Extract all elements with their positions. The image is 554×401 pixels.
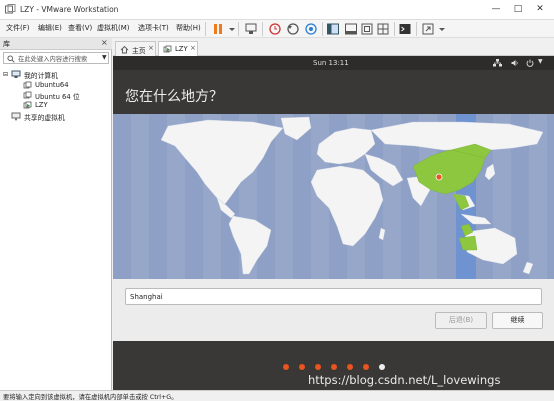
city-input[interactable]: Shanghai — [125, 288, 542, 305]
tab-home[interactable]: 主页 × — [115, 41, 156, 56]
progress-dot-done — [299, 364, 305, 370]
continue-button[interactable]: 继续 — [492, 312, 543, 329]
volume-icon[interactable] — [511, 59, 519, 67]
menu-view[interactable]: 查看(V) — [68, 23, 92, 33]
page-title: 您在什么地方？ — [125, 89, 223, 105]
unity-icon[interactable] — [375, 21, 391, 37]
tree-item-shared-vms[interactable]: 共享的虚拟机 — [24, 112, 65, 122]
tree-item-vm[interactable]: LZY — [35, 101, 48, 109]
progress-dot-done — [347, 364, 353, 370]
console-view-icon[interactable] — [397, 21, 413, 37]
progress-dot-done — [363, 364, 369, 370]
thumbnail-bar-icon[interactable] — [343, 21, 359, 37]
menu-file[interactable]: 文件(F) — [6, 23, 30, 33]
window-title: LZY - VMware Workstation — [20, 5, 119, 14]
menu-vm[interactable]: 虚拟机(M) — [97, 23, 130, 33]
show-library-icon[interactable] — [325, 21, 341, 37]
tab-lzy[interactable]: LZY × — [158, 41, 198, 56]
status-text: 要将输入定向到该虚拟机，请在虚拟机内部单击或按 Ctrl+G。 — [3, 394, 178, 401]
library-search-input[interactable]: 在此处键入内容进行搜索 ▼ — [3, 52, 109, 64]
progress-dot-current — [379, 364, 385, 370]
home-icon — [120, 45, 129, 54]
location-form-panel: Shanghai 后退(B) 继续 — [113, 279, 554, 341]
close-window-button[interactable]: ✕ — [532, 2, 548, 16]
toolbar-separator — [416, 22, 417, 36]
toolbar-separator — [205, 22, 206, 36]
location-pin — [435, 173, 443, 181]
tab-strip: 主页 × LZY × — [113, 38, 554, 56]
vm-icon — [23, 91, 32, 99]
progress-dot-done — [283, 364, 289, 370]
tree-item-my-computer[interactable]: 我的计算机 — [24, 70, 58, 80]
toolbar-separator — [394, 22, 395, 36]
shared-vms-icon — [11, 112, 21, 121]
close-tab-icon[interactable]: × — [190, 44, 196, 52]
tree-item-vm[interactable]: Ubuntu 64 位 — [35, 91, 80, 101]
progress-dot-done — [315, 364, 321, 370]
menu-toolbar-bar: 文件(F) 编辑(E) 查看(V) 虚拟机(M) 选项卡(T) 帮助(H) — [0, 20, 554, 38]
city-input-value: Shanghai — [130, 293, 163, 301]
menu-help[interactable]: 帮助(H) — [176, 23, 201, 33]
vm-console[interactable]: Sun 13:11 ▼ 您在什么地方？ Shanghai 后退(B) 继续 — [113, 56, 554, 390]
computer-icon — [11, 70, 21, 78]
library-search-placeholder: 在此处键入内容进行搜索 — [18, 56, 88, 63]
title-bar: LZY - VMware Workstation — □ ✕ — [0, 0, 554, 20]
tab-label: 主页 — [132, 47, 146, 55]
revert-snapshot-icon[interactable] — [285, 21, 301, 37]
ubuntu-top-bar: Sun 13:11 ▼ — [113, 56, 554, 70]
clock: Sun 13:11 — [313, 59, 349, 67]
search-icon — [7, 55, 15, 63]
library-title: 库 — [3, 40, 10, 48]
back-button[interactable]: 后退(B) — [435, 312, 487, 329]
menu-tabs[interactable]: 选项卡(T) — [138, 23, 169, 33]
menu-edit[interactable]: 编辑(E) — [38, 23, 62, 33]
library-close-button[interactable]: × — [101, 38, 108, 47]
minimize-button[interactable]: — — [488, 2, 504, 16]
vmware-app-icon — [5, 4, 16, 14]
status-bar: 要将输入定向到该虚拟机，请在虚拟机内部单击或按 Ctrl+G。 — [0, 390, 554, 401]
send-ctrl-alt-del-icon[interactable] — [243, 21, 259, 37]
library-panel: 库 × 在此处键入内容进行搜索 ▼ ⊟ 我的计算机 Ubuntu64 Ubunt… — [0, 38, 112, 390]
toolbar-separator — [322, 22, 323, 36]
stretch-dropdown-icon[interactable] — [434, 21, 450, 37]
toolbar-separator — [238, 22, 239, 36]
vm-icon — [23, 81, 32, 89]
timezone-map[interactable] — [113, 114, 554, 279]
world-map[interactable] — [113, 114, 554, 279]
search-dropdown-icon[interactable]: ▼ — [102, 54, 107, 61]
full-screen-icon[interactable] — [359, 21, 375, 37]
install-progress-dots — [283, 364, 393, 372]
progress-dot-done — [331, 364, 337, 370]
library-header: 库 × — [0, 38, 112, 50]
tree-collapse-toggle[interactable]: ⊟ — [3, 71, 8, 78]
toolbar-separator — [262, 22, 263, 36]
vm-running-icon — [23, 101, 32, 109]
network-icon[interactable] — [493, 59, 502, 67]
vm-running-icon — [163, 45, 172, 53]
watermark: https://blog.csdn.net/L_lovewings — [308, 373, 501, 387]
power-icon[interactable] — [526, 59, 534, 67]
maximize-button[interactable]: □ — [510, 2, 526, 16]
system-menu-arrow-icon[interactable]: ▼ — [538, 58, 543, 65]
snapshot-manager-icon[interactable] — [303, 21, 319, 37]
close-tab-icon[interactable]: × — [148, 44, 154, 52]
tab-label: LZY — [175, 45, 188, 53]
tree-item-vm[interactable]: Ubuntu64 — [35, 81, 69, 89]
snapshot-icon[interactable] — [267, 21, 283, 37]
